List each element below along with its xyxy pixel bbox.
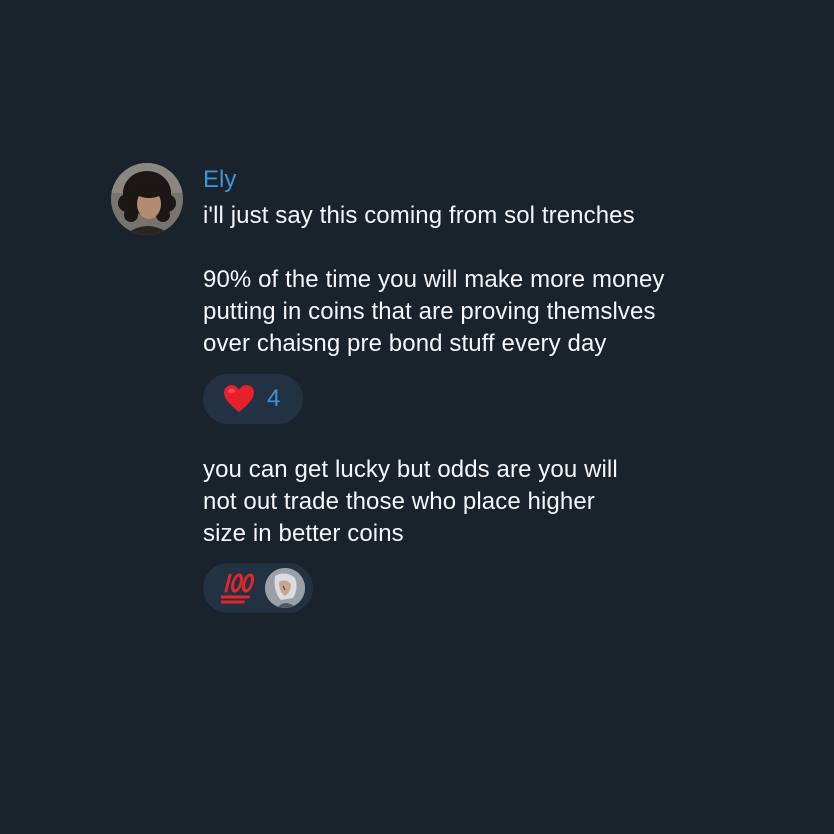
reaction-count: 4 [267, 385, 281, 412]
message-line: i'll just say this coming from sol trenc… [203, 202, 635, 229]
author-name[interactable]: Ely [203, 166, 236, 194]
message-line: not out trade those who place higher [203, 488, 595, 515]
hundred-points-icon [221, 573, 255, 604]
message-line: size in better coins [203, 520, 404, 547]
message-line: you can get lucky but odds are you will [203, 456, 618, 483]
user-avatar-icon [111, 163, 183, 235]
message-text: 90% of the time you will make more money… [203, 264, 665, 360]
red-heart-icon [224, 385, 254, 412]
reaction-hundred-button[interactable] [203, 563, 313, 613]
message-line: putting in coins that are proving themsl… [203, 298, 656, 325]
reactor-avatar-icon [265, 568, 305, 608]
reactor-avatar[interactable] [265, 568, 305, 608]
reaction-heart-button[interactable]: 4 [203, 374, 303, 424]
message-text: i'll just say this coming from sol trenc… [203, 200, 635, 232]
message-line: 90% of the time you will make more money [203, 266, 665, 293]
author-avatar[interactable] [111, 163, 183, 235]
message-line: over chaisng pre bond stuff every day [203, 330, 607, 357]
message-text: you can get lucky but odds are you will … [203, 454, 618, 550]
